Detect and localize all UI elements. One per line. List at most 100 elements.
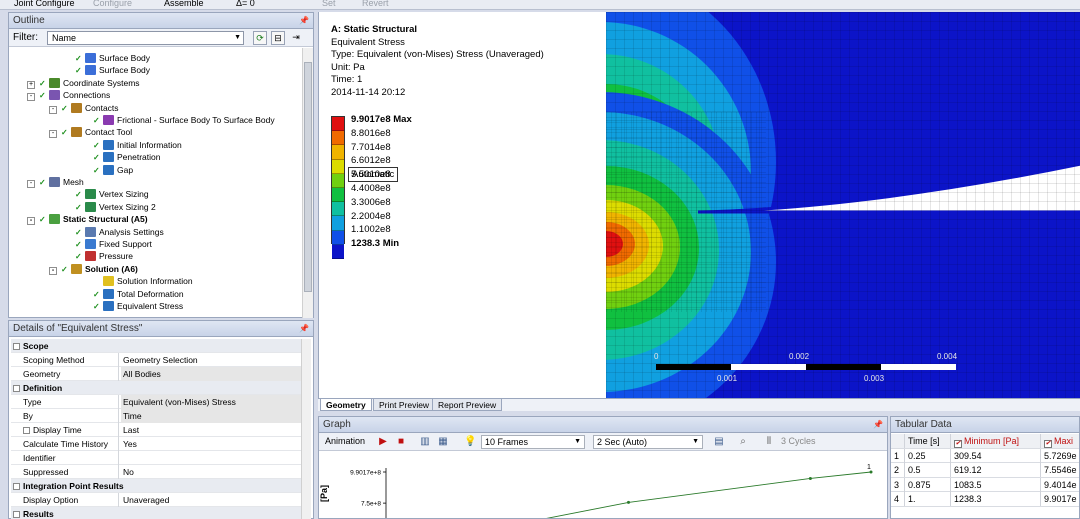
details-row[interactable]: Calculate Time History Yes: [11, 437, 301, 451]
tree-item[interactable]: + ✓ Coordinate Systems: [27, 77, 140, 89]
collapse-icon[interactable]: -: [49, 130, 57, 139]
legend-level-label[interactable]: 4.4008e8: [351, 183, 391, 194]
data-point[interactable]: [627, 500, 630, 504]
tree-item[interactable]: ✓ Vertex Sizing: [75, 188, 149, 200]
legend-level-label[interactable]: 2.2004e8: [351, 211, 391, 222]
details-row[interactable]: Geometry All Bodies: [11, 367, 301, 381]
set-button[interactable]: Set: [322, 0, 336, 8]
tree-item[interactable]: - ✓ Contact Tool: [49, 126, 132, 139]
tree-item[interactable]: - ✓ Connections: [27, 89, 110, 102]
tree-item[interactable]: - ✓ Mesh: [27, 176, 84, 188]
column-header-minimum[interactable]: ✔ Minimum [Pa]: [951, 434, 1041, 448]
details-row[interactable]: Identifier: [11, 451, 301, 465]
details-row[interactable]: Suppressed No: [11, 465, 301, 479]
tree-item[interactable]: ✓ Analysis Settings: [75, 226, 164, 238]
tree-item[interactable]: ✓ Fixed Support: [75, 238, 152, 250]
filter-options-icon[interactable]: ⊟: [271, 31, 285, 45]
details-row-value[interactable]: [121, 451, 301, 465]
details-row[interactable]: Scoping Method Geometry Selection: [11, 353, 301, 367]
details-scrollbar[interactable]: [301, 339, 311, 519]
tree-item[interactable]: ✓ Initial Information: [93, 139, 182, 151]
pin-icon[interactable]: 📌: [299, 321, 309, 337]
details-row-value[interactable]: Geometry Selection: [121, 353, 301, 367]
collapse-icon[interactable]: [13, 343, 20, 350]
checkbox-icon[interactable]: [23, 427, 30, 434]
lightbulb-icon[interactable]: 💡: [464, 436, 476, 448]
details-row[interactable]: Type Equivalent (von-Mises) Stress: [11, 395, 301, 409]
configure-button[interactable]: Configure: [93, 0, 132, 8]
details-row-value[interactable]: Time: [121, 409, 301, 423]
distributed-frames-icon[interactable]: ▥: [419, 436, 431, 448]
details-row-value[interactable]: Last: [121, 423, 301, 437]
table-row[interactable]: 3 0.875 1083.5 9.4014e: [891, 477, 1079, 492]
outline-scrollbar-thumb[interactable]: [304, 62, 312, 292]
legend-level-label[interactable]: 8.8016e8: [351, 128, 391, 139]
details-row[interactable]: By Time: [11, 409, 301, 423]
color-legend-bar[interactable]: [331, 116, 345, 259]
tree-item[interactable]: - ✓ Contacts: [49, 102, 119, 114]
tree-item[interactable]: ✓ Surface Body: [75, 52, 150, 64]
assemble-button[interactable]: Assemble: [164, 0, 204, 8]
collapse-icon[interactable]: [13, 511, 20, 518]
tree-item[interactable]: ✓ Pressure: [75, 250, 133, 262]
tab-print-preview[interactable]: Print Preview: [373, 399, 436, 411]
details-row-value[interactable]: All Bodies: [121, 367, 301, 381]
collapse-icon[interactable]: -: [49, 105, 57, 114]
filter-select[interactable]: Name ▼: [47, 31, 244, 45]
tree-item[interactable]: Solution Information: [93, 275, 193, 287]
table-row[interactable]: 1 0.25 309.54 5.7269e: [891, 448, 1079, 463]
details-row[interactable]: Display Time Last: [11, 423, 301, 437]
pin-icon[interactable]: 📌: [299, 13, 309, 29]
collapse-icon[interactable]: [13, 385, 20, 392]
legend-level-label[interactable]: 3.3006e8: [351, 197, 391, 208]
export-video-icon[interactable]: ▤: [713, 436, 725, 448]
graphics-viewport[interactable]: 0 0.002 0.004 0.001 0.003 A: Static Stru…: [318, 12, 1080, 398]
details-section-header[interactable]: Results: [11, 507, 301, 519]
tab-geometry[interactable]: Geometry: [320, 399, 372, 411]
details-row-value[interactable]: Equivalent (von-Mises) Stress: [121, 395, 301, 409]
details-row[interactable]: Display Option Unaveraged: [11, 493, 301, 507]
tree-item[interactable]: - ✓ Solution (A6): [49, 263, 138, 275]
details-row-value[interactable]: Yes: [121, 437, 301, 451]
tree-item[interactable]: ✓ Penetration: [93, 151, 160, 163]
details-row-value[interactable]: No: [121, 465, 301, 479]
legend-level-label[interactable]: 1.1002e8: [351, 224, 391, 235]
column-header-time[interactable]: Time [s]: [905, 434, 951, 448]
legend-level-label[interactable]: 1238.3 Min: [351, 238, 399, 249]
result-sets-icon[interactable]: ▦: [437, 436, 449, 448]
legend-level-label[interactable]: 6.6012e8: [351, 155, 391, 166]
stop-icon[interactable]: ■: [395, 436, 407, 448]
collapse-icon[interactable]: -: [27, 180, 35, 188]
column-header-maximum[interactable]: ✔ Maxi: [1041, 434, 1079, 448]
data-point[interactable]: [808, 476, 812, 480]
cycles-icon[interactable]: ⫴: [763, 436, 775, 448]
tree-item[interactable]: ✓ Equivalent Stress: [93, 300, 183, 312]
tree-item[interactable]: ✓ Gap: [93, 164, 133, 176]
tree-item[interactable]: ✓ Frictional - Surface Body To Surface Bo…: [93, 114, 275, 126]
tree-item[interactable]: ✓ Surface Body: [75, 64, 150, 76]
frames-select[interactable]: 10 Frames ▼: [481, 435, 585, 449]
tab-report-preview[interactable]: Report Preview: [432, 399, 503, 411]
expand-icon[interactable]: ⇥: [289, 31, 303, 45]
collapse-icon[interactable]: [13, 483, 20, 490]
revert-button[interactable]: Revert: [362, 0, 389, 8]
table-row[interactable]: 4 1. 1238.3 9.9017e: [891, 492, 1079, 507]
time-history-chart[interactable]: [Pa] 9.9017e+87.5e+85.e+8 1: [319, 452, 887, 518]
details-row-value[interactable]: Unaveraged: [121, 493, 301, 507]
tree-item[interactable]: ✓ Total Deformation: [93, 288, 184, 300]
refresh-icon[interactable]: ⟳: [253, 31, 267, 45]
zoom-fit-icon[interactable]: ⌕: [737, 436, 749, 448]
legend-level-label[interactable]: 5.5010e8: [351, 169, 391, 180]
details-section-header[interactable]: Integration Point Results: [11, 479, 301, 493]
collapse-icon[interactable]: -: [49, 266, 57, 275]
tree-item[interactable]: ✓ Vertex Sizing 2: [75, 201, 156, 213]
expand-icon[interactable]: +: [27, 80, 35, 89]
legend-level-label[interactable]: 9.9017e8 Max: [351, 114, 412, 125]
checkbox-icon[interactable]: ✔: [954, 440, 962, 448]
joint-configure-button[interactable]: Joint Configure: [14, 0, 75, 8]
play-icon[interactable]: ▶: [377, 436, 389, 448]
details-section-header[interactable]: Definition: [11, 381, 301, 395]
pin-icon[interactable]: 📌: [873, 417, 883, 433]
collapse-icon[interactable]: -: [27, 93, 35, 102]
table-row[interactable]: 2 0.5 619.12 7.5546e: [891, 463, 1079, 478]
